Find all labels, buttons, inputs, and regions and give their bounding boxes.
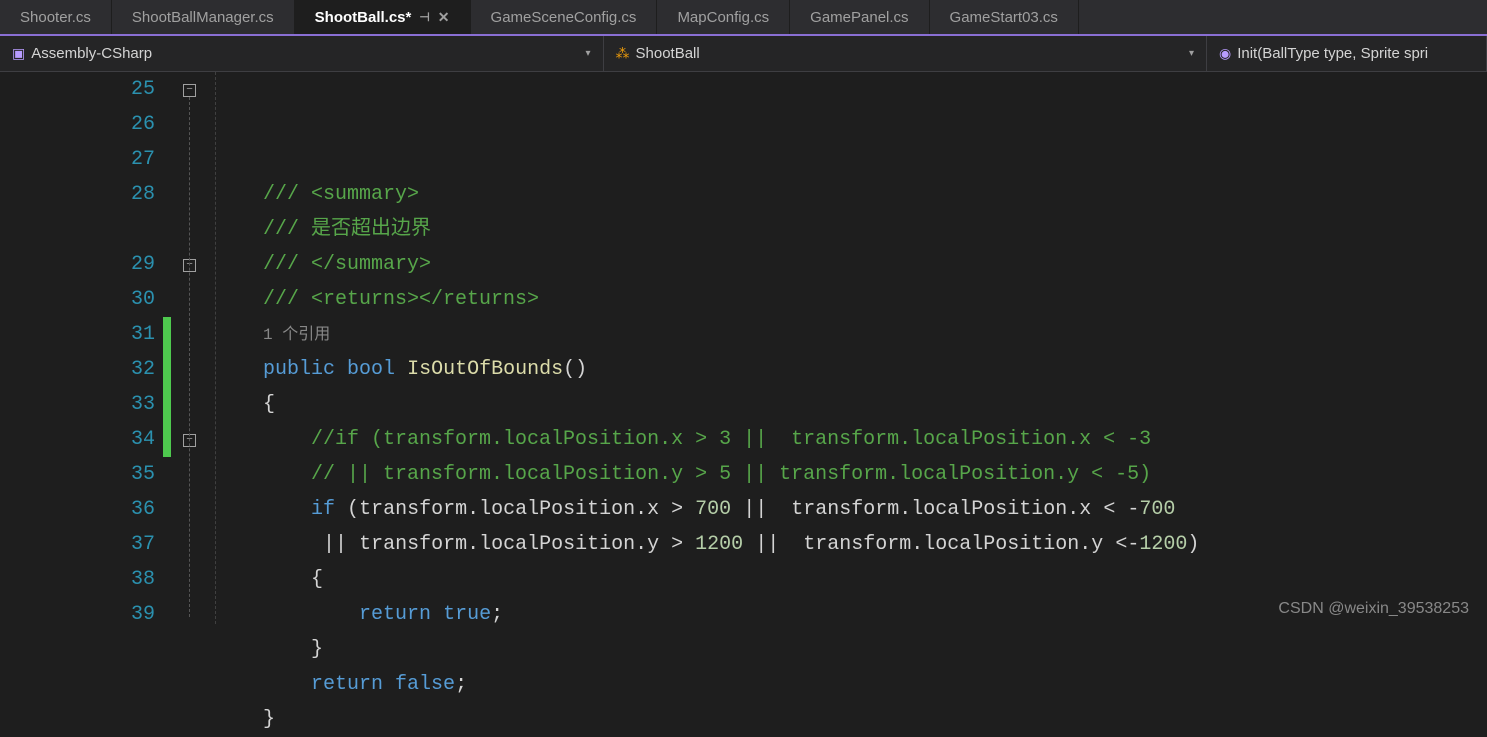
project-icon: ▣ [12, 45, 25, 62]
tab-gamestart03[interactable]: GameStart03.cs [930, 0, 1079, 34]
line-gutter: 252627282930313233343536373839 [0, 72, 175, 624]
tab-gamesceneconfig[interactable]: GameSceneConfig.cs [471, 0, 658, 34]
fold-column: − − − [175, 72, 215, 624]
tab-bar: Shooter.cs ShootBallManager.cs ShootBall… [0, 0, 1487, 36]
code-line[interactable]: return false; [215, 667, 1487, 702]
breadcrumb-bar: ▣ Assembly-CSharp ▾ ⁂ ShootBall ▾ ◉ Init… [0, 36, 1487, 72]
fold-toggle[interactable]: − [183, 84, 196, 97]
code-line[interactable]: if (transform.localPosition.x > 700 || t… [215, 492, 1487, 527]
code-line[interactable]: /// </summary> [215, 247, 1487, 282]
code-line[interactable]: /// 是否超出边界 [215, 212, 1487, 247]
code-line[interactable]: || transform.localPosition.y > 1200 || t… [215, 527, 1487, 562]
pin-icon[interactable]: ⊣ [419, 10, 429, 24]
breadcrumb-method[interactable]: ◉ Init(BallType type, Sprite spri [1207, 36, 1487, 71]
code-line[interactable]: } [215, 632, 1487, 667]
breadcrumb-class[interactable]: ⁂ ShootBall ▾ [604, 36, 1208, 71]
class-icon: ⁂ [616, 45, 630, 62]
method-icon: ◉ [1219, 45, 1231, 62]
code-line[interactable]: public bool IsOutOfBounds() [215, 352, 1487, 387]
tab-shootballmanager[interactable]: ShootBallManager.cs [112, 0, 295, 34]
code-content[interactable]: /// <summary> /// 是否超出边界 /// </summary> … [215, 72, 1487, 624]
fold-line [189, 97, 190, 617]
code-line[interactable]: { [215, 562, 1487, 597]
tab-shooter[interactable]: Shooter.cs [0, 0, 112, 34]
breadcrumb-project[interactable]: ▣ Assembly-CSharp ▾ [0, 36, 604, 71]
code-line[interactable]: //if (transform.localPosition.x > 3 || t… [215, 422, 1487, 457]
code-line[interactable]: } [215, 702, 1487, 737]
tab-shootball[interactable]: ShootBall.cs* ⊣ ✕ [295, 0, 471, 34]
change-marker [163, 317, 171, 457]
code-line[interactable]: { [215, 387, 1487, 422]
code-line[interactable]: // || transform.localPosition.y > 5 || t… [215, 457, 1487, 492]
tab-gamepanel[interactable]: GamePanel.cs [790, 0, 929, 34]
tab-mapconfig[interactable]: MapConfig.cs [657, 0, 790, 34]
code-editor[interactable]: 252627282930313233343536373839 − − − ///… [0, 72, 1487, 624]
chevron-down-icon: ▾ [1189, 48, 1194, 59]
chevron-down-icon: ▾ [585, 48, 590, 59]
code-line[interactable]: /// <returns></returns> [215, 282, 1487, 317]
close-icon[interactable]: ✕ [438, 9, 450, 26]
watermark: CSDN @weixin_39538253 [1278, 600, 1469, 618]
code-line[interactable]: 1 个引用 [215, 317, 1487, 352]
code-line[interactable]: /// <summary> [215, 177, 1487, 212]
